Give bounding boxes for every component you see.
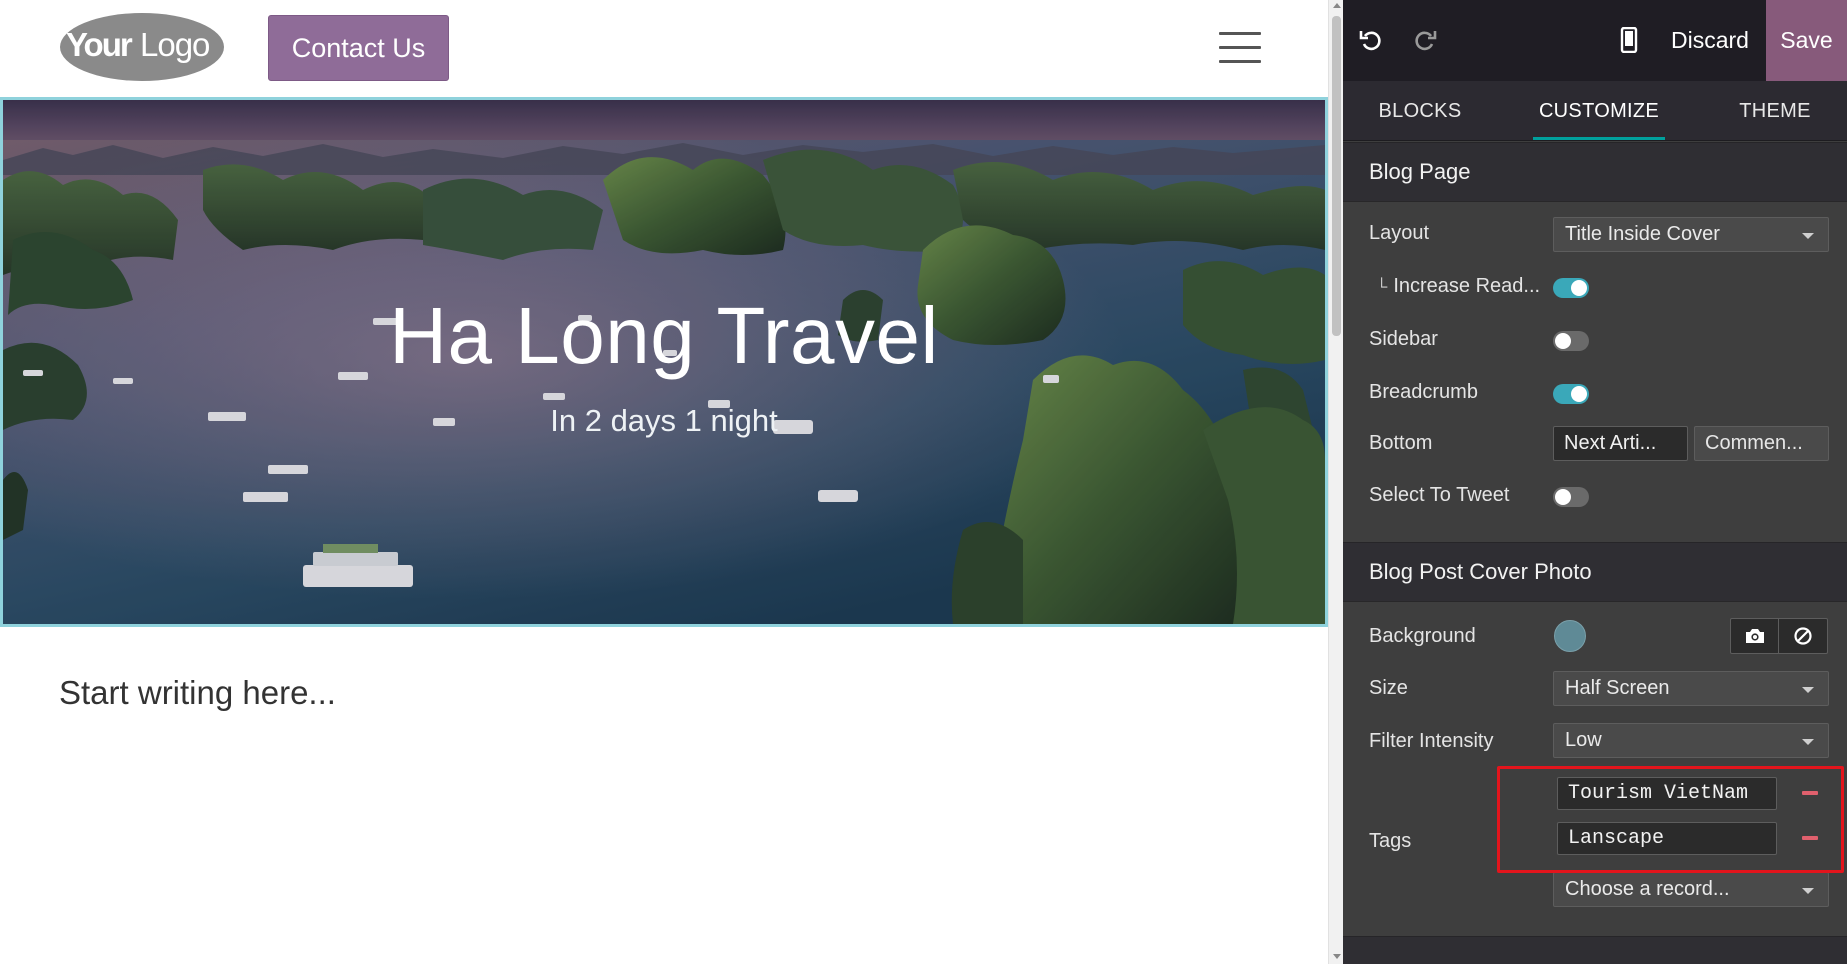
clear-ban-icon[interactable] (1779, 619, 1827, 653)
logo-icon: Your Logo (60, 13, 224, 81)
cover-title[interactable]: Ha Long Travel (3, 290, 1325, 382)
background-color-swatch[interactable] (1554, 620, 1586, 652)
logo-text-bold: Your (66, 26, 133, 63)
cover-subtitle[interactable]: In 2 days 1 night (3, 403, 1325, 439)
background-label: Background (1369, 625, 1476, 647)
caret-down-icon (1802, 739, 1814, 745)
logo-text-light: Logo (140, 26, 209, 63)
layout-select-value: Title Inside Cover (1565, 223, 1720, 245)
blog-cover[interactable]: Ha Long Travel In 2 days 1 night (0, 97, 1328, 627)
size-select[interactable]: Half Screen (1553, 671, 1829, 706)
camera-icon[interactable] (1731, 619, 1779, 653)
filter-intensity-select[interactable]: Low (1553, 723, 1829, 758)
caret-down-icon (1802, 233, 1814, 239)
tab-customize[interactable]: CUSTOMIZE (1533, 81, 1665, 141)
mobile-phone-icon[interactable] (1611, 22, 1647, 58)
tags-choose-record-placeholder: Choose a record... (1565, 878, 1730, 900)
blog-content-placeholder[interactable]: Start writing here... (59, 674, 336, 712)
caret-down-icon (1802, 687, 1814, 693)
remove-tag-minus-icon[interactable] (1796, 828, 1824, 848)
sidebar-label: Sidebar (1369, 328, 1438, 350)
discard-button[interactable]: Discard (1655, 0, 1765, 81)
tags-choose-record-select[interactable]: Choose a record... (1553, 872, 1829, 907)
scroll-down-arrow-icon[interactable] (1333, 954, 1341, 959)
tag-input-tourism-vietnam[interactable]: Tourism VietNam (1557, 777, 1777, 810)
select-to-tweet-label: Select To Tweet (1369, 484, 1510, 506)
section-blog-page: Layout Title Inside Cover └ Increase Read… (1343, 202, 1847, 540)
size-label: Size (1369, 677, 1408, 699)
tags-label: Tags (1369, 830, 1412, 852)
increase-readability-label: └ Increase Read... (1376, 275, 1540, 298)
save-button[interactable]: Save (1766, 0, 1847, 81)
website-preview: Your Logo Contact Us Ha Long Travel In 2… (0, 0, 1328, 964)
site-header: Your Logo Contact Us (0, 0, 1328, 97)
bottom-next-article-button[interactable]: Next Arti... (1553, 426, 1688, 461)
select-to-tweet-toggle[interactable] (1553, 487, 1589, 507)
increase-readability-text: Increase Read... (1393, 275, 1541, 297)
hamburger-menu-icon[interactable] (1216, 28, 1264, 68)
company-logo[interactable]: Your Logo (59, 12, 225, 82)
section-blog-page-heading[interactable]: Blog Page (1343, 142, 1847, 202)
scrollbar-thumb[interactable] (1332, 16, 1341, 336)
size-select-value: Half Screen (1565, 677, 1670, 699)
editor-toolbar: Discard Save (1343, 0, 1847, 81)
section-cover-photo-heading[interactable]: Blog Post Cover Photo (1343, 542, 1847, 602)
breadcrumb-toggle[interactable] (1553, 384, 1589, 404)
bottom-label: Bottom (1369, 432, 1433, 454)
editor-tabs: BLOCKS CUSTOMIZE THEME (1343, 81, 1847, 141)
tag-input-lanscape[interactable]: Lanscape (1557, 822, 1777, 855)
filter-intensity-label: Filter Intensity (1369, 730, 1494, 752)
next-section-heading[interactable] (1343, 936, 1847, 964)
caret-down-icon (1802, 888, 1814, 894)
scroll-up-arrow-icon[interactable] (1333, 3, 1341, 8)
redo-icon[interactable] (1407, 22, 1443, 58)
undo-icon[interactable] (1353, 22, 1389, 58)
section-cover-photo: Background Size Half Screen Filter Inten… (1343, 602, 1847, 936)
remove-tag-minus-icon[interactable] (1796, 783, 1824, 803)
sub-option-indent-glyph: └ (1376, 279, 1388, 296)
tab-theme[interactable]: THEME (1710, 81, 1840, 141)
bottom-comments-button[interactable]: Commen... (1694, 426, 1829, 461)
tab-blocks[interactable]: BLOCKS (1355, 81, 1485, 141)
editor-panel: Discard Save BLOCKS CUSTOMIZE THEME Blog… (1343, 0, 1847, 964)
layout-select[interactable]: Title Inside Cover (1553, 217, 1829, 252)
filter-intensity-value: Low (1565, 729, 1602, 751)
breadcrumb-label: Breadcrumb (1369, 381, 1478, 403)
sidebar-toggle[interactable] (1553, 331, 1589, 351)
increase-readability-toggle[interactable] (1553, 278, 1589, 298)
background-image-buttons (1730, 618, 1828, 654)
contact-us-button[interactable]: Contact Us (268, 15, 449, 81)
page-scrollbar[interactable] (1328, 0, 1343, 964)
layout-label: Layout (1369, 222, 1430, 244)
